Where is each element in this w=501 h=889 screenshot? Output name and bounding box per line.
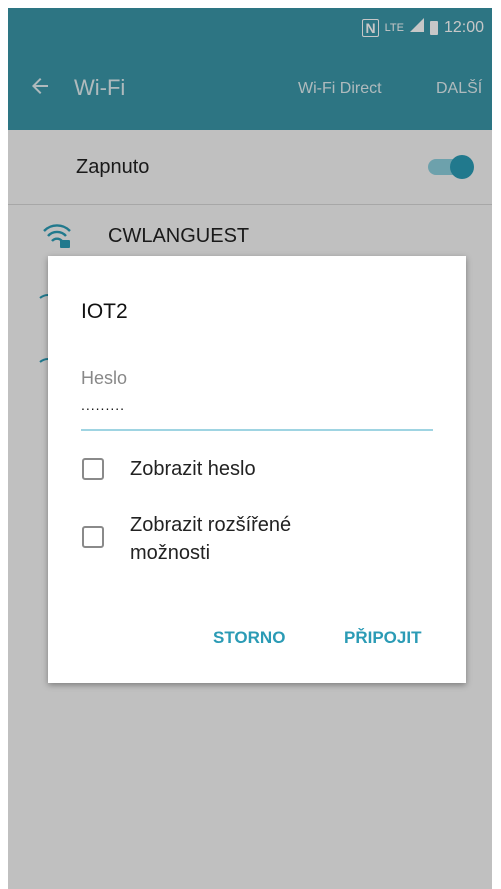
dialog-title: IOT2 <box>81 300 128 323</box>
password-label: Heslo <box>81 368 128 388</box>
wifi-password-dialog: IOT2 Heslo Zobrazit heslo Zobrazit rozší… <box>48 256 466 683</box>
password-input[interactable] <box>81 393 433 417</box>
password-underline <box>81 429 433 431</box>
cancel-button[interactable]: STORNO <box>213 628 285 648</box>
show-password-label[interactable]: Zobrazit heslo <box>130 455 256 483</box>
phone-screen: N LTE 12:00 Wi-Fi Wi-Fi Direct DALŠÍ Zap… <box>8 8 492 889</box>
advanced-options-label[interactable]: Zobrazit rozšířené možnosti <box>130 511 360 567</box>
connect-button[interactable]: PŘIPOJIT <box>344 628 421 648</box>
show-password-checkbox[interactable] <box>82 458 104 480</box>
advanced-options-checkbox[interactable] <box>82 526 104 548</box>
